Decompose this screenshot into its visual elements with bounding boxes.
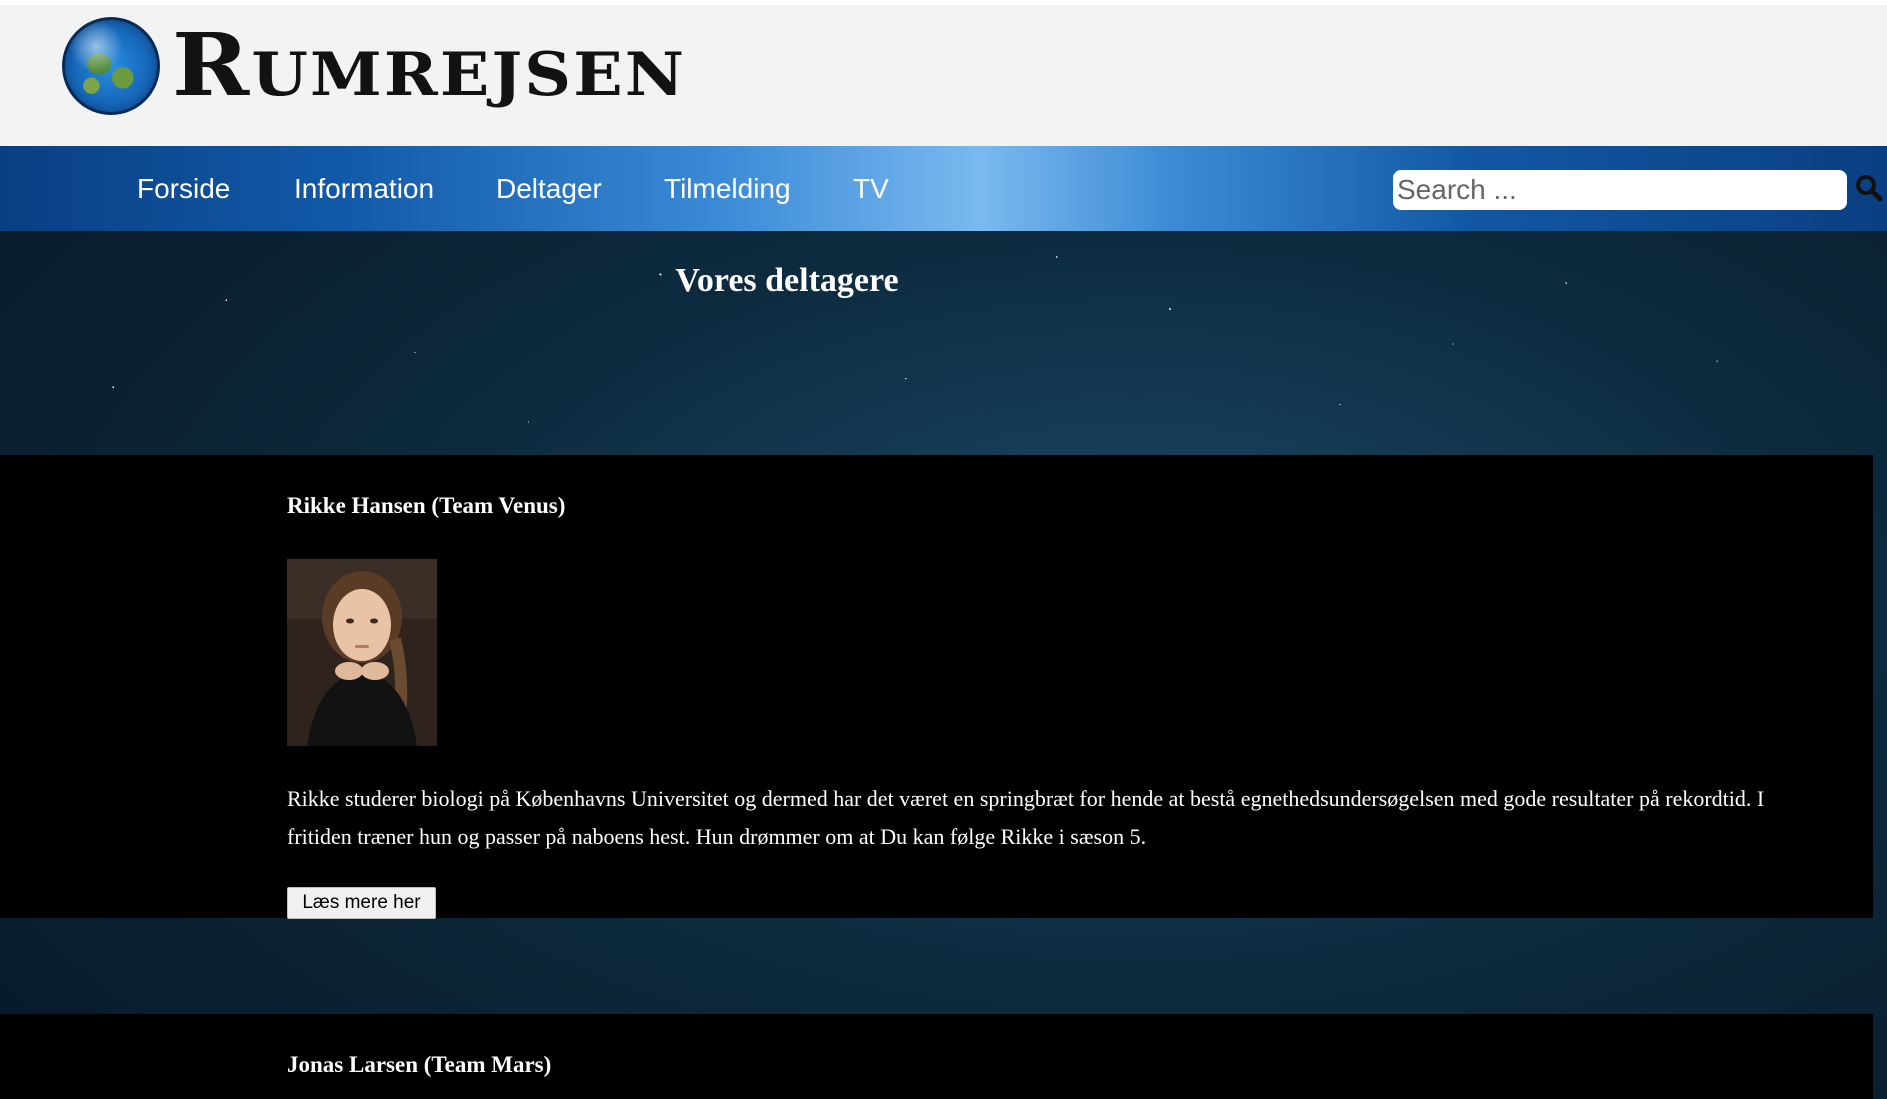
page-title: Vores deltagere — [675, 262, 899, 299]
site-logo[interactable]: Rumrejsen — [62, 17, 684, 115]
participant-name: Jonas Larsen (Team Mars) — [287, 1052, 552, 1077]
nav-item-deltager[interactable]: Deltager — [496, 146, 602, 231]
participant-card: Jonas Larsen (Team Mars) — [0, 1014, 1873, 1099]
main-navigation: Forside Information Deltager Tilmelding … — [0, 146, 1887, 231]
search-input[interactable] — [1393, 170, 1847, 210]
participant-photo — [287, 559, 437, 746]
participant-description: Rikke studerer biologi på Københavns Uni… — [287, 786, 1765, 849]
read-more-button[interactable]: Læs mere her — [287, 887, 436, 919]
globe-icon — [62, 17, 160, 115]
nav-item-information[interactable]: Information — [294, 146, 434, 231]
nav-item-tv[interactable]: TV — [853, 146, 889, 231]
participant-name: Rikke Hansen (Team Venus) — [287, 493, 566, 518]
logo-text: Rumrejsen — [172, 15, 687, 116]
nav-item-forside[interactable]: Forside — [137, 146, 230, 231]
site-header: Rumrejsen — [0, 0, 1887, 146]
search-icon[interactable] — [1855, 174, 1883, 202]
nav-item-tilmelding[interactable]: Tilmelding — [664, 146, 791, 231]
participant-card: Rikke Hansen (Team Venus) Rikke studerer… — [0, 455, 1873, 919]
